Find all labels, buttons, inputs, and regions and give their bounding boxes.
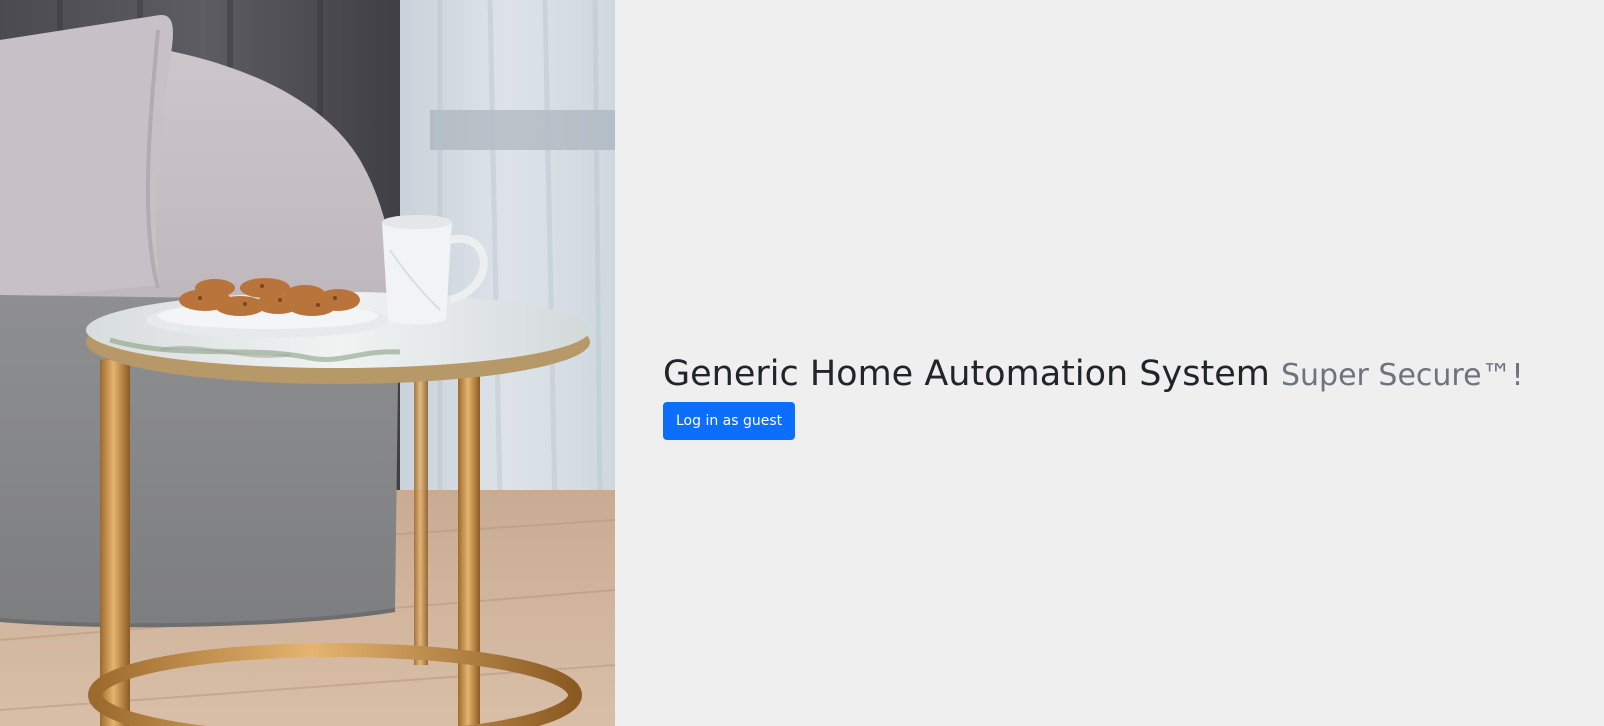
page-title: Generic Home Automation System Super Sec… (663, 350, 1524, 400)
main-content: Generic Home Automation System Super Sec… (615, 0, 1604, 726)
title-block: Generic Home Automation System Super Sec… (663, 350, 1524, 440)
living-room-photo (0, 0, 615, 726)
app-title: Generic Home Automation System (663, 354, 1270, 394)
app-subtitle: Super Secure™! (1280, 358, 1524, 393)
login-page: Generic Home Automation System Super Sec… (0, 0, 1604, 726)
guest-login-button[interactable]: Log in as guest (663, 402, 796, 440)
